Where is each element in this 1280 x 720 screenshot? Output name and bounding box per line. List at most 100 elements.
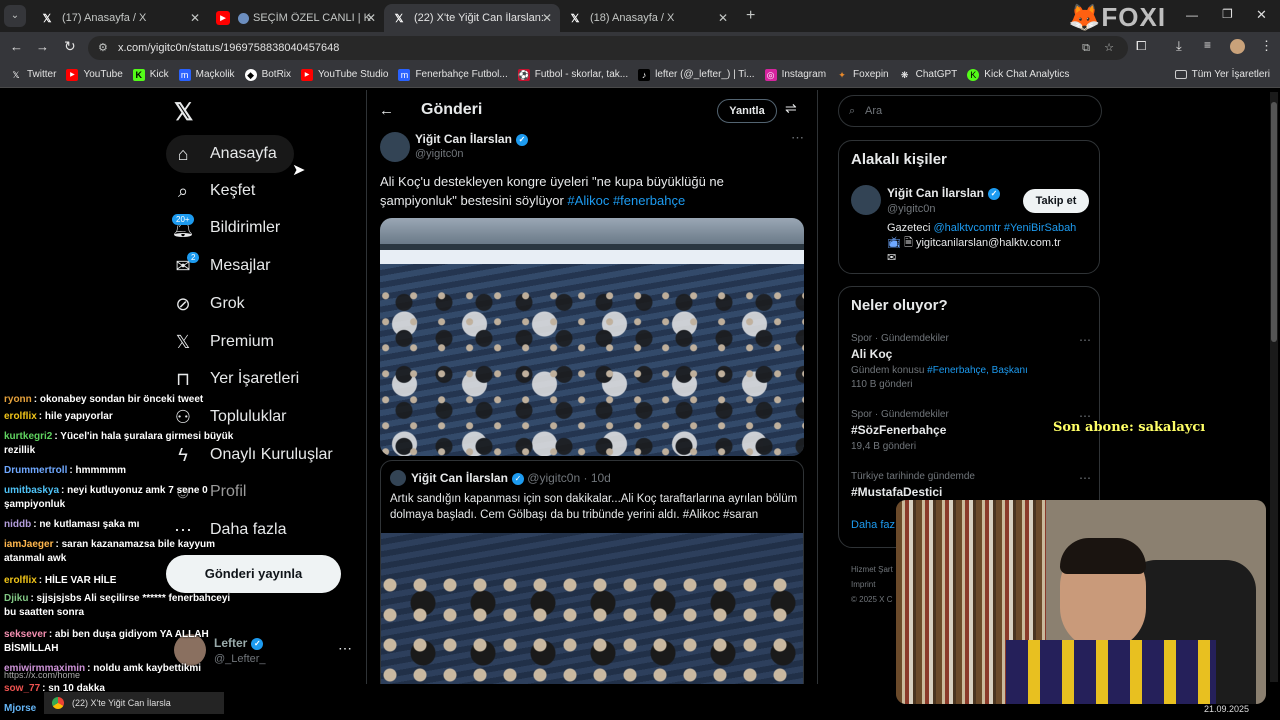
verified-icon: ✓ [511, 472, 524, 485]
x-icon: 𝕏 [175, 331, 191, 352]
trend-item[interactable]: Türkiye tarihinde gündemde #MustafaDesti… [851, 471, 1091, 499]
nav-bookmarks[interactable]: ⊓ Yer İşaretleri [170, 361, 299, 397]
maximize-button[interactable]: ❐ [1222, 7, 1233, 21]
more-icon[interactable]: ⋯ [1079, 333, 1091, 347]
tab-search-button[interactable]: ⌄ [4, 5, 26, 27]
tab-2[interactable]: ▶ SEÇİM ÖZEL CANLI | Kulübü ✕ [208, 4, 384, 32]
more-icon[interactable]: ⋯ [1079, 471, 1091, 485]
cast-icon[interactable]: ⧉ [1082, 36, 1090, 60]
nav-home[interactable]: ⌂ Anasayfa [170, 136, 277, 172]
crowd [381, 573, 803, 684]
footer-links: Hizmet Şart Imprint © 2025 X C [851, 565, 893, 604]
nav-messages[interactable]: ✉ Mesajlar [170, 248, 270, 284]
bookmark-youtube[interactable]: ▶ YouTube [66, 68, 123, 81]
bookmark-fenerbahce[interactable]: m Fenerbahçe Futbol... [398, 68, 508, 81]
stadium-banner [380, 250, 804, 264]
bookmark-futbol[interactable]: ⚽ Futbol - skorlar, tak... [517, 68, 628, 81]
new-tab-button[interactable]: + [746, 7, 755, 25]
tab-1[interactable]: 𝕏 (17) Anasayfa / X ✕ [32, 4, 208, 32]
scrollbar[interactable] [1270, 92, 1278, 682]
chat-username[interactable]: Drummertroll [4, 465, 67, 476]
quoted-tweet[interactable]: Yiğit Can İlarslan ✓ @yigitc0n · 10d Artı… [380, 460, 804, 684]
chat-username[interactable]: seksever [4, 629, 47, 640]
tweet-photo[interactable] [380, 218, 804, 456]
avatar[interactable] [1230, 39, 1245, 54]
author-handle[interactable]: @yigitc0n [415, 148, 463, 160]
more-icon[interactable]: ⋯ [338, 640, 352, 657]
related-name[interactable]: Yiğit Can İlarslan ✓ [887, 186, 1000, 200]
status-url: https://x.com/home [4, 670, 81, 680]
chat-username[interactable]: iamJaeger [4, 539, 53, 550]
back-icon[interactable]: ← [379, 102, 394, 119]
extensions-icon[interactable]: ⧠ [1136, 38, 1146, 54]
nav-grok[interactable]: ⊘ Grok [170, 286, 244, 322]
back-icon[interactable]: ← [10, 39, 23, 54]
x-logo[interactable]: 𝕏 [174, 98, 193, 127]
bookmark-instagram[interactable]: ◎ Instagram [764, 68, 826, 81]
folder-icon [1174, 70, 1187, 79]
more-icon[interactable]: ⋯ [791, 130, 804, 146]
chat-text: : sjjsjsjsbs Ali seçilirse ****** fenerb… [4, 593, 231, 618]
bookmark-foxepin[interactable]: ✦ Foxepin [836, 69, 888, 81]
bookmark-twitter[interactable]: 𝕏 Twitter [10, 69, 56, 81]
chat-username[interactable]: niddb [4, 519, 31, 530]
brand-logo: 🦊FOXI [1068, 2, 1167, 32]
chat-username[interactable]: umitbaskya [4, 485, 59, 496]
flashscore-icon: ⚽ [517, 68, 530, 81]
reply-button[interactable]: Yanıtla [717, 99, 777, 123]
home-icon: ⌂ [177, 143, 189, 164]
bookmark-mackolik[interactable]: m Maçkolik [178, 68, 235, 81]
bookmark-kick[interactable]: K Kick [132, 68, 169, 81]
star-icon[interactable]: ☆ [1104, 36, 1114, 60]
tab-4[interactable]: 𝕏 (18) Anasayfa / X ✕ [560, 4, 736, 32]
menu-icon[interactable]: ⋮ [1260, 38, 1273, 54]
bookmark-youtube-studio[interactable]: ▶ YouTube Studio [301, 68, 388, 81]
site-info-icon[interactable]: ⚙ [98, 36, 108, 60]
chat-username[interactable]: erolflix [4, 411, 37, 422]
tab-label: (22) X'te Yiğit Can İlarslan: "Ali [414, 12, 544, 24]
close-icon[interactable]: ✕ [718, 11, 728, 25]
bookmark-kick-chat[interactable]: K Kick Chat Analytics [967, 68, 1069, 81]
chat-username[interactable]: Mjorse [4, 703, 36, 714]
globe-icon [238, 12, 249, 24]
bookmark-all[interactable]: Tüm Yer İşaretleri [1174, 69, 1270, 80]
show-more-link[interactable]: Daha faz [851, 519, 895, 531]
bookmark-icon: ⊓ [175, 368, 191, 389]
download-icon[interactable]: ⤓ [1176, 38, 1182, 54]
bookmark-botrix[interactable]: ◆ BotRix [244, 68, 291, 81]
tweet-hashtags[interactable]: #Alikoc #fenerbahçe [567, 193, 685, 208]
bookmark-tiktok[interactable]: ♪ lefter (@_lefter_) | Ti... [638, 68, 755, 81]
close-window-button[interactable]: ✕ [1256, 7, 1267, 23]
chat-username[interactable]: ryonn [4, 394, 32, 405]
minimize-button[interactable]: — [1186, 8, 1198, 22]
settings-icon[interactable]: ⇌ [785, 100, 797, 117]
bookmark-chatgpt[interactable]: ❋ ChatGPT [899, 69, 957, 81]
media-icon[interactable]: ≡ [1204, 38, 1211, 52]
close-icon[interactable]: ✕ [542, 11, 552, 25]
chat-username[interactable]: Djiku [4, 593, 28, 604]
trend-item[interactable]: Spor · Gündemdekiler Ali Koç Gündem konu… [851, 333, 1091, 390]
search-input[interactable]: ⌕ Ara [838, 95, 1102, 127]
chat-username[interactable]: kurtkegri2 [4, 431, 52, 442]
forward-icon[interactable]: → [36, 39, 49, 54]
taskbar-item[interactable]: (22) X'te Yiğit Can İlarsla [44, 692, 224, 714]
author-name[interactable]: Yiğit Can İlarslan ✓ [415, 132, 528, 146]
close-icon[interactable]: ✕ [190, 11, 200, 25]
nav-explore[interactable]: ⌕ Keşfet [170, 173, 255, 209]
follow-button[interactable]: Takip et [1023, 189, 1089, 213]
address-bar-row: ← → ↻ ⚙ x.com/yigitc0n/status/1969758838… [0, 32, 1280, 62]
tab-3-active[interactable]: 𝕏 (22) X'te Yiğit Can İlarslan: "Ali ✕ [384, 4, 560, 32]
person-shirt [1006, 640, 1216, 704]
scrollbar-thumb[interactable] [1271, 102, 1277, 342]
x-icon: 𝕏 [42, 12, 52, 25]
chat-username[interactable]: sow_77 [4, 683, 40, 694]
avatar[interactable] [851, 185, 881, 215]
author-avatar[interactable] [380, 132, 410, 162]
chat-username[interactable]: erolflix [4, 575, 37, 586]
reload-icon[interactable]: ↻ [64, 38, 76, 55]
search-icon: ⌕ [849, 105, 856, 117]
close-icon[interactable]: ✕ [366, 11, 376, 25]
related-people-card: Alakalı kişiler Yiğit Can İlarslan ✓ @yig… [838, 140, 1100, 274]
nav-premium[interactable]: 𝕏 Premium [170, 324, 274, 360]
url-field[interactable]: ⚙ x.com/yigitc0n/status/1969758838040457… [88, 36, 1128, 60]
